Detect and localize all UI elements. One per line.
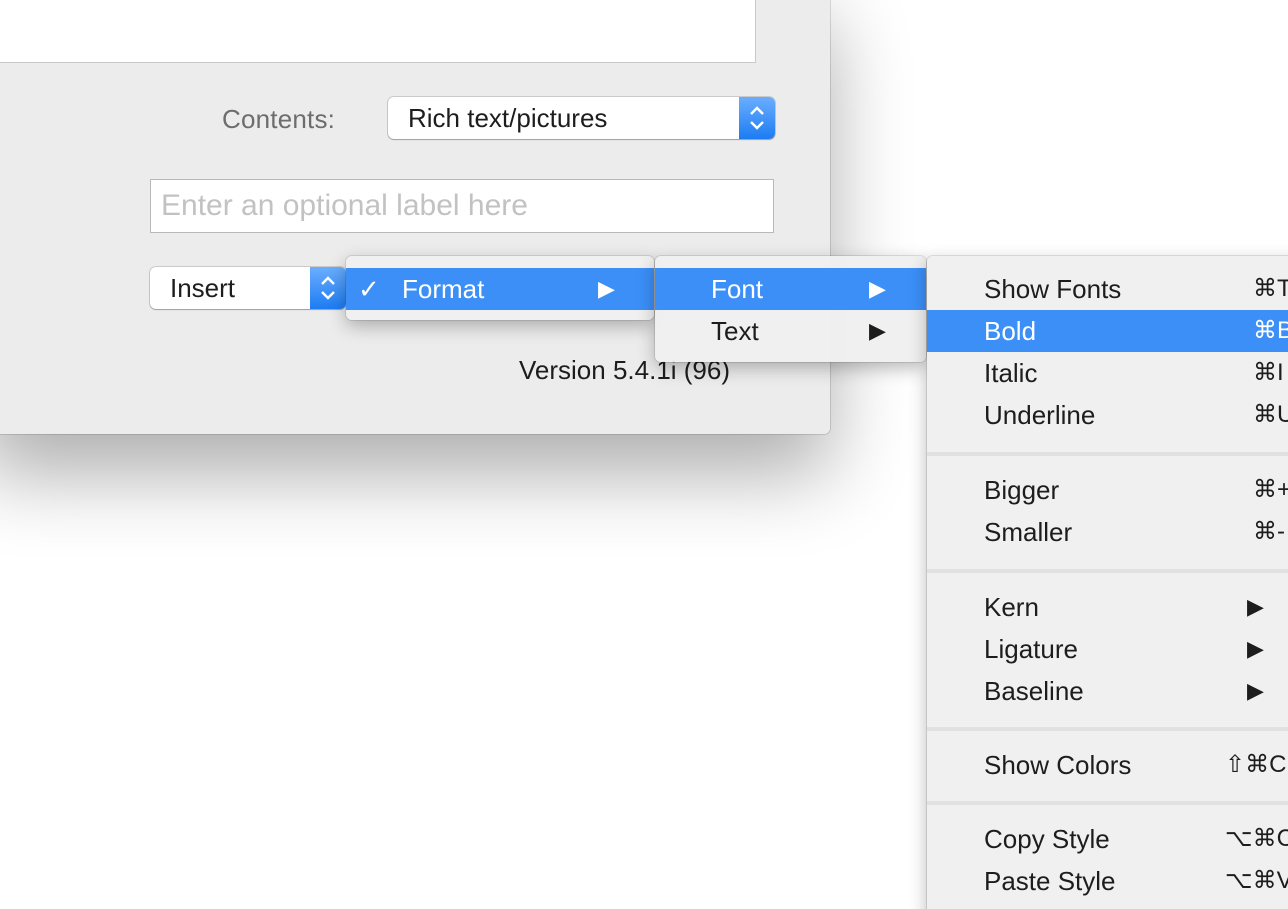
menu-item-text[interactable]: Text ▶ (655, 310, 926, 352)
format-submenu: Font ▶ Text ▶ (655, 256, 926, 362)
contents-stepper-icon (739, 97, 775, 139)
insert-popup-value: Insert (170, 273, 236, 303)
menu-item-label: Font (711, 274, 764, 304)
menu-separator (927, 452, 1288, 456)
menu-item-label: Ligature (984, 634, 1078, 664)
contents-popup-value: Rich text/pictures (408, 103, 608, 133)
insert-popup[interactable]: Insert (150, 267, 346, 309)
menu-item-format[interactable]: ✓ Format ▶ (346, 268, 654, 310)
menu-item-shortcut: ⌘+ (1253, 476, 1288, 503)
menu-item-shortcut: ⌘B (1253, 317, 1288, 344)
insert-stepper-icon (310, 267, 346, 309)
clip-text-area[interactable] (0, 0, 756, 63)
menu-item-show-colors[interactable]: Show Colors ⇧⌘C (927, 744, 1288, 786)
menu-item-copy-style[interactable]: Copy Style ⌥⌘C (927, 818, 1288, 860)
format-menu: ✓ Format ▶ (346, 256, 654, 320)
menu-item-label: Bigger (984, 475, 1060, 505)
menu-item-label: Text (711, 316, 759, 346)
menu-item-label: Italic (984, 358, 1038, 388)
menu-item-bigger[interactable]: Bigger ⌘+ (927, 469, 1288, 511)
menu-item-label: Paste Style (984, 866, 1116, 896)
submenu-arrow-icon: ▶ (1247, 678, 1264, 703)
menu-item-label: Show Fonts (984, 274, 1122, 304)
menu-item-label: Show Colors (984, 750, 1132, 780)
checkmark-icon: ✓ (358, 274, 380, 304)
submenu-arrow-icon: ▶ (598, 276, 615, 301)
menu-item-kern[interactable]: Kern ▶ (927, 586, 1288, 628)
font-submenu: Show Fonts ⌘T Bold ⌘B Italic ⌘I Underlin… (927, 256, 1288, 909)
menu-item-shortcut: ⌘T (1253, 275, 1288, 302)
menu-item-ligature[interactable]: Ligature ▶ (927, 628, 1288, 670)
menu-item-bold[interactable]: Bold ⌘B (927, 310, 1288, 352)
submenu-arrow-icon: ▶ (1247, 594, 1264, 619)
menu-item-label: Baseline (984, 676, 1084, 706)
menu-item-show-fonts[interactable]: Show Fonts ⌘T (927, 268, 1288, 310)
menu-item-label: Format (402, 274, 485, 304)
menu-item-shortcut: ⇧⌘C (1225, 751, 1287, 778)
menu-item-label: Underline (984, 400, 1096, 430)
menu-separator (927, 569, 1288, 573)
menu-item-shortcut: ⌘I (1253, 359, 1284, 386)
menu-separator (927, 727, 1288, 731)
menu-item-italic[interactable]: Italic ⌘I (927, 352, 1288, 394)
label-input[interactable] (151, 180, 773, 232)
menu-item-shortcut: ⌥⌘C (1225, 825, 1288, 852)
menu-item-label: Smaller (984, 517, 1073, 547)
screen: Contents: Rich text/pictures Insert (0, 0, 1288, 909)
clipboard-dialog: Contents: Rich text/pictures Insert (0, 0, 830, 434)
menu-item-paste-style[interactable]: Paste Style ⌥⌘V (927, 860, 1288, 902)
menu-item-shortcut: ⌘- (1253, 518, 1285, 545)
menu-item-shortcut: ⌘U (1253, 401, 1288, 428)
submenu-arrow-icon: ▶ (1247, 636, 1264, 661)
menu-separator (927, 801, 1288, 805)
submenu-arrow-icon: ▶ (869, 318, 886, 343)
menu-item-label: Copy Style (984, 824, 1110, 854)
menu-item-baseline[interactable]: Baseline ▶ (927, 670, 1288, 712)
menu-item-underline[interactable]: Underline ⌘U (927, 394, 1288, 436)
label-field[interactable] (150, 179, 774, 233)
menu-item-shortcut: ⌥⌘V (1225, 867, 1288, 894)
contents-label: Contents: (222, 104, 336, 134)
menu-item-label: Bold (984, 316, 1037, 346)
menu-item-smaller[interactable]: Smaller ⌘- (927, 511, 1288, 553)
menu-item-label: Kern (984, 592, 1039, 622)
contents-popup[interactable]: Rich text/pictures (388, 97, 775, 139)
submenu-arrow-icon: ▶ (869, 276, 886, 301)
menu-item-font[interactable]: Font ▶ (655, 268, 926, 310)
